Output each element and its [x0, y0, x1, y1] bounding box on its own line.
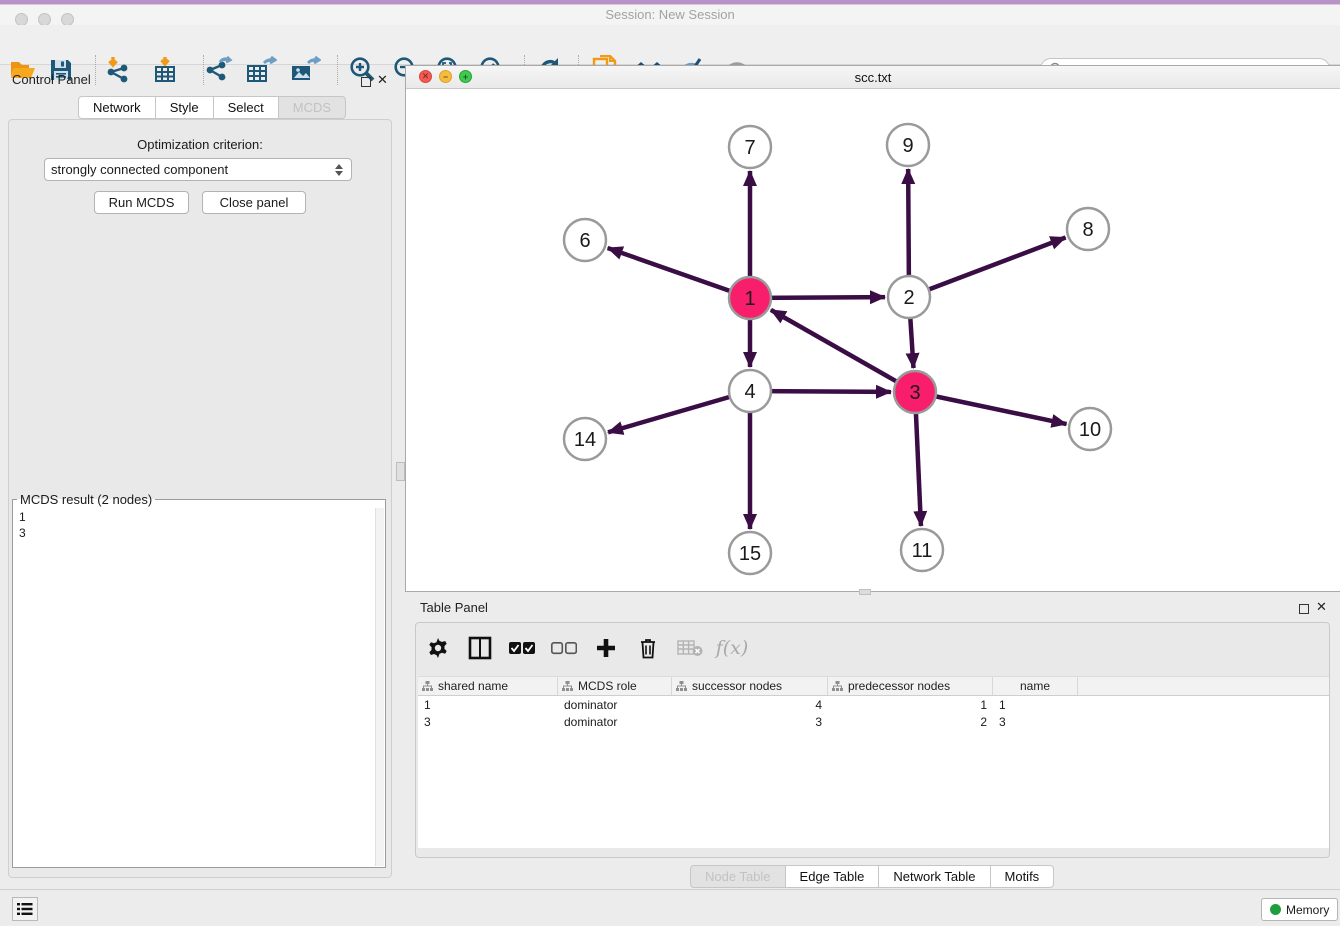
toolbar-separator [337, 55, 338, 85]
graph-node-label: 14 [574, 429, 596, 451]
tab-motifs[interactable]: Motifs [991, 865, 1055, 888]
table-toolbar: f(x) [424, 633, 746, 663]
table-cell[interactable]: 3 [672, 715, 828, 729]
hierarchy-icon [832, 681, 843, 692]
node-table: shared nameMCDS rolesuccessor nodesprede… [418, 676, 1329, 848]
table-panel-title: Table Panel [420, 600, 488, 615]
table-body: 1dominator4113dominator323 [418, 696, 1329, 730]
network-view-window: ✕ − + scc.txt 1 2 3 4 6 7 8 9 10 11 14 15 [405, 65, 1340, 592]
table-row[interactable]: 1dominator411 [418, 696, 1329, 713]
table-cell[interactable]: 4 [672, 698, 828, 712]
graph-edge-2-8[interactable] [909, 238, 1066, 297]
hierarchy-icon [562, 681, 573, 692]
table-header-row: shared nameMCDS rolesuccessor nodesprede… [418, 676, 1329, 696]
export-network-icon[interactable] [201, 54, 235, 86]
table-cell[interactable]: dominator [558, 715, 672, 729]
graph-edge-3-10[interactable] [915, 392, 1067, 424]
criterion-value: strongly connected component [51, 162, 228, 177]
delete-column-trash-icon[interactable] [634, 634, 662, 662]
tab-select[interactable]: Select [214, 96, 279, 119]
column-header[interactable]: shared name [418, 677, 558, 695]
main-toolbar [0, 25, 1340, 65]
select-all-columns-icon[interactable] [508, 634, 536, 662]
vertical-splitter-handle[interactable] [396, 462, 405, 481]
graph-node-label: 4 [744, 381, 755, 403]
graph-node-label: 8 [1082, 219, 1093, 241]
optimization-criterion-label: Optimization criterion: [0, 137, 400, 152]
tab-style[interactable]: Style [156, 96, 214, 119]
export-image-icon[interactable] [288, 54, 322, 86]
table-panel-body: f(x) shared nameMCDS rolesuccessor nodes… [415, 622, 1330, 858]
table-cell[interactable]: 2 [828, 715, 993, 729]
graph-node-label: 3 [909, 382, 920, 404]
control-panel-tabs: Network Style Select MCDS [78, 96, 346, 119]
table-row[interactable]: 3dominator323 [418, 713, 1329, 730]
control-panel-close-icon[interactable]: ✕ [377, 74, 388, 86]
graph-node-label: 1 [744, 288, 755, 310]
mcds-result-group: MCDS result (2 nodes) 13 [12, 492, 386, 868]
criterion-select[interactable]: strongly connected component [44, 158, 352, 181]
table-panel-tabs: Node Table Edge Table Network Table Moti… [690, 865, 1054, 888]
table-panel-close-icon[interactable]: ✕ [1316, 601, 1327, 613]
graph-node-label: 7 [744, 137, 755, 159]
tab-node-table[interactable]: Node Table [690, 865, 786, 888]
unselect-all-columns-icon[interactable] [550, 634, 578, 662]
memory-label: Memory [1286, 903, 1329, 917]
tab-mcds[interactable]: MCDS [279, 96, 346, 119]
column-header[interactable]: name [993, 677, 1078, 695]
table-panel-float-icon[interactable] [1299, 601, 1309, 619]
graph-node-label: 9 [902, 135, 913, 157]
graph-node-label: 2 [903, 287, 914, 309]
add-column-icon[interactable] [592, 634, 620, 662]
column-header[interactable]: MCDS role [558, 677, 672, 695]
tab-network[interactable]: Network [78, 96, 156, 119]
export-table-icon[interactable] [244, 54, 278, 86]
window-title: Session: New Session [0, 7, 1340, 22]
toolbar-separator [95, 55, 96, 85]
graph-edge-1-6[interactable] [608, 248, 750, 298]
table-settings-gear-icon[interactable] [424, 634, 452, 662]
control-panel-title: Control Panel [12, 72, 91, 87]
table-cell[interactable]: 1 [993, 698, 1078, 712]
column-header[interactable]: successor nodes [672, 677, 828, 695]
column-header[interactable]: predecessor nodes [828, 677, 993, 695]
function-builder-icon: f(x) [718, 634, 746, 662]
graph-node-label: 6 [579, 230, 590, 252]
result-scrollbar[interactable] [375, 508, 384, 866]
import-table-icon[interactable] [148, 54, 182, 86]
memory-status-dot [1270, 904, 1281, 915]
table-cell[interactable]: dominator [558, 698, 672, 712]
control-panel-float-icon[interactable] [361, 74, 371, 92]
network-window-title: scc.txt [406, 70, 1340, 85]
table-cell[interactable]: 1 [418, 698, 558, 712]
graph-node-label: 10 [1079, 419, 1101, 441]
close-panel-button[interactable]: Close panel [202, 191, 306, 214]
table-cell[interactable]: 1 [828, 698, 993, 712]
horizontal-splitter-handle[interactable] [859, 589, 871, 595]
task-history-list-icon[interactable] [12, 897, 38, 921]
table-cell[interactable]: 3 [418, 715, 558, 729]
network-window-titlebar[interactable]: ✕ − + scc.txt [406, 66, 1340, 89]
import-network-icon[interactable] [101, 54, 135, 86]
table-cell[interactable]: 3 [993, 715, 1078, 729]
graph-node-label: 15 [739, 543, 761, 565]
graph-edge-3-1[interactable] [771, 310, 915, 392]
status-bar [0, 889, 1340, 926]
memory-button[interactable]: Memory [1261, 898, 1338, 921]
tab-edge-table[interactable]: Edge Table [786, 865, 880, 888]
chevron-updown-icon [335, 164, 345, 176]
mcds-result-list: 13 [19, 509, 26, 541]
network-canvas[interactable]: 1 2 3 4 6 7 8 9 10 11 14 15 [406, 89, 1339, 592]
hierarchy-icon [422, 681, 433, 692]
graph-node-label: 11 [912, 540, 933, 562]
run-mcds-button[interactable]: Run MCDS [94, 191, 189, 214]
delete-table-icon[interactable] [676, 634, 704, 662]
hierarchy-icon [676, 681, 687, 692]
mcds-result-title: MCDS result (2 nodes) [17, 492, 155, 507]
column-panel-icon[interactable] [466, 634, 494, 662]
tab-network-table[interactable]: Network Table [879, 865, 990, 888]
